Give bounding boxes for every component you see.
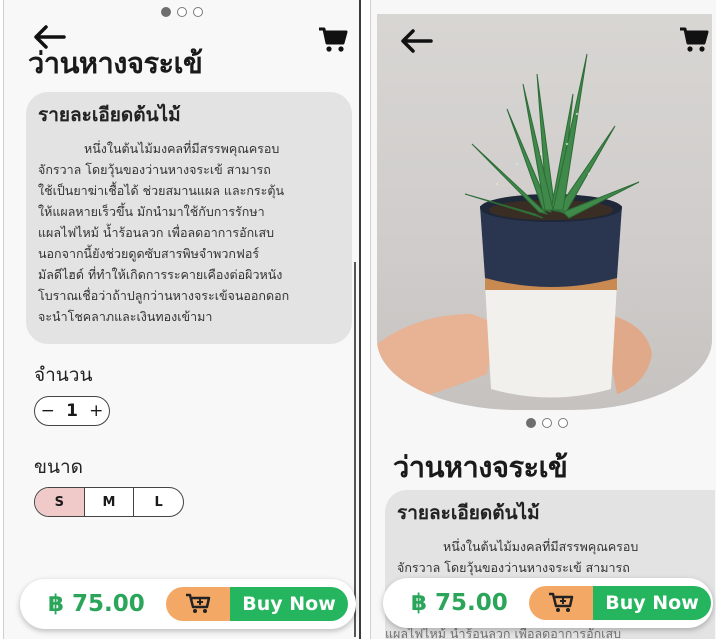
carousel-dot[interactable] <box>193 7 203 17</box>
scrollbar[interactable] <box>354 262 356 637</box>
carousel-indicator <box>161 7 203 17</box>
app-stage: ว่านหางจระเข้ รายละเอียดต้นไม้ หนึ่งในต้… <box>0 0 716 639</box>
quantity-label: จำนวน <box>34 364 93 386</box>
size-label: ขนาด <box>34 456 83 478</box>
buy-now-button[interactable]: Buy Now <box>593 586 711 620</box>
carousel-dot[interactable] <box>161 7 171 17</box>
cart-icon[interactable] <box>318 26 348 54</box>
detail-heading: รายละเอียดต้นไม้ <box>397 502 540 524</box>
detail-screen-scrolled: ว่านหางจระเข้ รายละเอียดต้นไม้ หนึ่งในต้… <box>3 0 361 639</box>
detail-screen-top: ว่านหางจระเข้ รายละเอียดต้นไม้ หนึ่งในต้… <box>370 0 716 639</box>
aloe-plant-image <box>377 53 652 410</box>
cart-icon[interactable] <box>679 26 709 54</box>
detail-body: หนึ่งในต้นไม้มงคลที่มีสรรพคุณครอบ จักรวา… <box>397 539 639 575</box>
quantity-stepper[interactable]: − 1 + <box>34 396 110 426</box>
carousel-dot[interactable] <box>542 418 552 428</box>
carousel-dot[interactable] <box>177 7 187 17</box>
buy-now-button[interactable]: Buy Now <box>230 587 348 621</box>
product-image <box>377 14 712 410</box>
quantity-value: 1 <box>66 401 78 421</box>
add-to-cart-button[interactable] <box>166 587 230 621</box>
detail-body: หนึ่งในต้นไม้มงคลที่มีสรรพคุณครอบ จักรวา… <box>38 141 290 324</box>
size-option-l[interactable]: L <box>134 488 183 516</box>
size-option-s[interactable]: S <box>35 488 85 516</box>
carousel-dot[interactable] <box>526 418 536 428</box>
detail-heading: รายละเอียดต้นไม้ <box>38 104 181 126</box>
product-title: ว่านหางจระเข้ <box>28 46 203 80</box>
carousel-dot[interactable] <box>558 418 568 428</box>
increase-button[interactable]: + <box>89 401 103 421</box>
price: ฿ 75.00 <box>411 590 508 616</box>
back-arrow-icon[interactable] <box>399 28 433 54</box>
size-option-m[interactable]: M <box>85 488 135 516</box>
detail-card: รายละเอียดต้นไม้ หนึ่งในต้นไม้มงคลที่มีส… <box>26 92 352 344</box>
buy-bar: ฿ 75.00 Buy Now <box>20 579 356 629</box>
product-title: ว่านหางจระเข้ <box>393 450 568 484</box>
carousel-indicator <box>526 418 568 428</box>
decrease-button[interactable]: − <box>41 401 55 421</box>
buy-bar: ฿ 75.00 Buy Now <box>383 578 713 628</box>
add-to-cart-icon <box>549 592 574 612</box>
price: ฿ 75.00 <box>48 591 145 617</box>
size-selector[interactable]: S M L <box>34 487 184 517</box>
add-to-cart-icon <box>186 593 211 613</box>
add-to-cart-button[interactable] <box>529 586 593 620</box>
